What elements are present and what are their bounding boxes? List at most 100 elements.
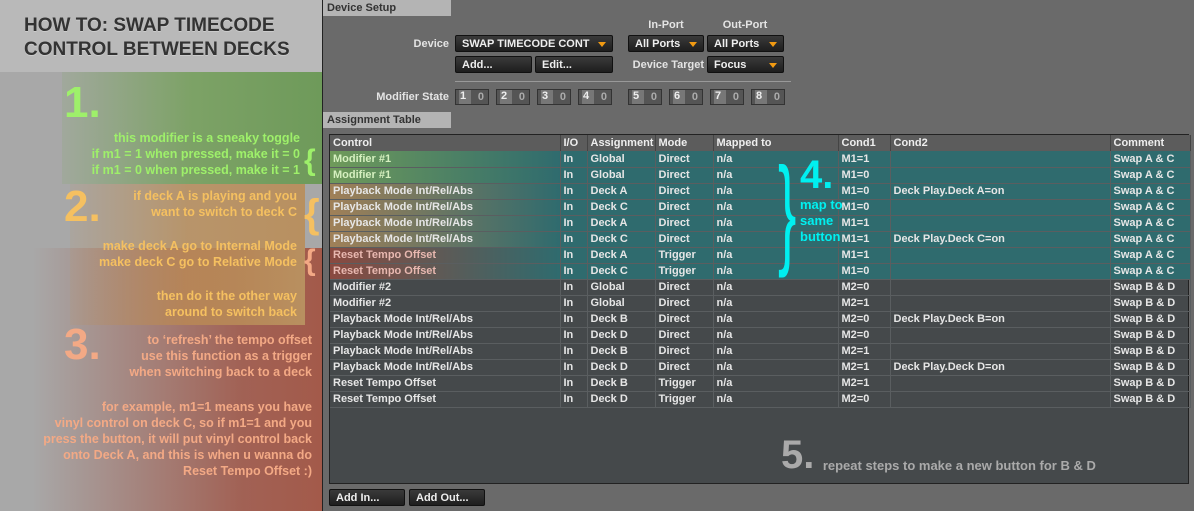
divider xyxy=(455,81,791,82)
device-target-dropdown[interactable]: Focus xyxy=(707,56,784,73)
modifier-index: 2 xyxy=(500,90,512,104)
table-cell: Direct xyxy=(655,183,714,200)
column-header[interactable]: Mode xyxy=(655,135,714,151)
column-header[interactable]: Cond1 xyxy=(838,135,891,151)
step2-text-modes: make deck A go to Internal Mode make deck… xyxy=(99,238,297,270)
text-line: this modifier is a sneaky toggle xyxy=(113,131,300,145)
table-row[interactable]: Reset Tempo Offset In Deck D Trigger n/a M2=0… xyxy=(330,391,1191,408)
modifier-value: 0 xyxy=(600,91,607,103)
step3-brace-icon: { xyxy=(304,244,316,277)
out-port-label: Out-Port xyxy=(722,19,768,31)
table-row[interactable]: Reset Tempo Offset In Deck C Trigger n/a M1=0… xyxy=(330,263,1191,280)
text-line: make deck A go to Internal Mode xyxy=(102,239,297,253)
table-cell: Direct xyxy=(655,199,714,216)
table-cell: In xyxy=(560,279,588,296)
modifier-index: 8 xyxy=(755,90,767,104)
table-row[interactable]: Modifier #1 In Global Direct n/a M1=1 Swap A &… xyxy=(330,151,1191,168)
table-row[interactable]: Playback Mode Int/Rel/Abs In Deck D Direct n… xyxy=(330,359,1191,376)
add-in-button[interactable]: Add In... xyxy=(329,489,405,506)
column-header[interactable]: Comment xyxy=(1110,135,1191,151)
table-cell: Swap A & C xyxy=(1110,151,1191,168)
column-header[interactable]: Mapped to xyxy=(713,135,839,151)
table-cell: In xyxy=(560,311,588,328)
table-cell: In xyxy=(560,327,588,344)
table-row[interactable]: Playback Mode Int/Rel/Abs In Deck C Direct n… xyxy=(330,231,1191,248)
table-cell: Playback Mode Int/Rel/Abs xyxy=(330,183,561,200)
column-header[interactable]: Cond2 xyxy=(890,135,1111,151)
table-cell: Swap B & D xyxy=(1110,391,1191,408)
table-cell: Direct xyxy=(655,231,714,248)
table-cell: Trigger xyxy=(655,263,714,280)
column-header[interactable]: Assignment xyxy=(587,135,656,151)
table-cell: Reset Tempo Offset xyxy=(330,247,561,264)
modifier-index: 1 xyxy=(459,90,471,104)
table-cell: Swap B & D xyxy=(1110,343,1191,360)
in-port-dropdown[interactable]: All Ports xyxy=(628,35,704,52)
table-cell: Playback Mode Int/Rel/Abs xyxy=(330,343,561,360)
step1-brace-icon: { xyxy=(304,144,316,177)
modifier-index: 5 xyxy=(632,90,644,104)
table-row[interactable]: Playback Mode Int/Rel/Abs In Deck B Direct n… xyxy=(330,343,1191,360)
table-row[interactable]: Playback Mode Int/Rel/Abs In Deck B Direct n… xyxy=(330,311,1191,328)
step2-number: 2. xyxy=(64,182,101,231)
out-port-dropdown[interactable]: All Ports xyxy=(707,35,784,52)
table-cell: Modifier #1 xyxy=(330,167,561,184)
table-cell: M1=0 xyxy=(838,167,891,184)
text-line: if deck A is playing and you xyxy=(133,189,297,203)
table-row[interactable]: Reset Tempo Offset In Deck A Trigger n/a M1=1… xyxy=(330,247,1191,264)
table-cell: Deck D xyxy=(587,359,656,376)
table-row[interactable]: Playback Mode Int/Rel/Abs In Deck A Direct n… xyxy=(330,215,1191,232)
add-device-button[interactable]: Add... xyxy=(455,56,532,73)
modifier-6-state: 60 xyxy=(669,89,703,105)
modifier-value: 0 xyxy=(477,91,484,103)
step1-number: 1. xyxy=(64,78,101,127)
text-line: if m1 = 0 when pressed, make it = 1 xyxy=(91,163,300,177)
table-cell: Deck C xyxy=(587,263,656,280)
column-header[interactable]: Control xyxy=(330,135,561,151)
step5-annotation: 5. repeat steps to make a new button for… xyxy=(781,435,1096,475)
table-row[interactable]: Modifier #1 In Global Direct n/a M1=0 Swap A &… xyxy=(330,167,1191,184)
table-cell: Reset Tempo Offset xyxy=(330,375,561,392)
table-cell: n/a xyxy=(713,375,839,392)
table-cell xyxy=(890,343,1111,360)
step4-text: map to same button xyxy=(800,197,860,245)
table-cell xyxy=(890,215,1111,232)
table-cell: n/a xyxy=(713,295,839,312)
table-cell: Swap B & D xyxy=(1110,359,1191,376)
tutorial-panel: HOW TO: SWAP TIMECODE CONTROL BETWEEN DEC… xyxy=(0,0,322,511)
column-header[interactable]: I/O xyxy=(560,135,588,151)
device-dropdown[interactable]: SWAP TIMECODE CONT xyxy=(455,35,613,52)
table-cell: Direct xyxy=(655,215,714,232)
add-out-button[interactable]: Add Out... xyxy=(409,489,485,506)
table-cell: Playback Mode Int/Rel/Abs xyxy=(330,327,561,344)
step2-text: if deck A is playing and you want to swit… xyxy=(133,188,297,220)
table-cell: Deck Play.Deck C=on xyxy=(890,231,1111,248)
text-line: vinyl control on deck C, so if m1=1 and … xyxy=(54,416,312,430)
table-cell: n/a xyxy=(713,279,839,296)
step1-text: this modifier is a sneaky toggle if m1 = … xyxy=(92,130,300,178)
text-line: then do it the other way xyxy=(156,289,297,303)
text-line: when switching back to a deck xyxy=(129,365,312,379)
table-cell: Swap B & D xyxy=(1110,279,1191,296)
table-row[interactable]: Reset Tempo Offset In Deck B Trigger n/a M2=1… xyxy=(330,375,1191,392)
table-cell: Direct xyxy=(655,359,714,376)
table-cell: Trigger xyxy=(655,247,714,264)
text-line: map to xyxy=(800,197,843,212)
table-cell xyxy=(890,375,1111,392)
table-row[interactable]: Modifier #2 In Global Direct n/a M2=1 Swap B &… xyxy=(330,295,1191,312)
modifier-4-state: 40 xyxy=(578,89,612,105)
table-cell: Swap A & C xyxy=(1110,167,1191,184)
table-row[interactable]: Playback Mode Int/Rel/Abs In Deck C Direct n… xyxy=(330,199,1191,216)
table-cell: Modifier #2 xyxy=(330,295,561,312)
step2-text-switch-back: then do it the other way around to switch… xyxy=(157,288,297,320)
table-row[interactable]: Modifier #2 In Global Direct n/a M2=0 Swap B &… xyxy=(330,279,1191,296)
table-cell: Deck A xyxy=(587,183,656,200)
modifier-index: 3 xyxy=(541,90,553,104)
text-line: use this function as a trigger xyxy=(141,349,312,363)
table-cell: Swap A & C xyxy=(1110,215,1191,232)
table-row[interactable]: Playback Mode Int/Rel/Abs In Deck D Direct n… xyxy=(330,327,1191,344)
table-row[interactable]: Playback Mode Int/Rel/Abs In Deck A Direct n… xyxy=(330,183,1191,200)
table-cell: In xyxy=(560,295,588,312)
edit-device-button[interactable]: Edit... xyxy=(535,56,613,73)
device-target-label: Device Target xyxy=(632,59,704,71)
